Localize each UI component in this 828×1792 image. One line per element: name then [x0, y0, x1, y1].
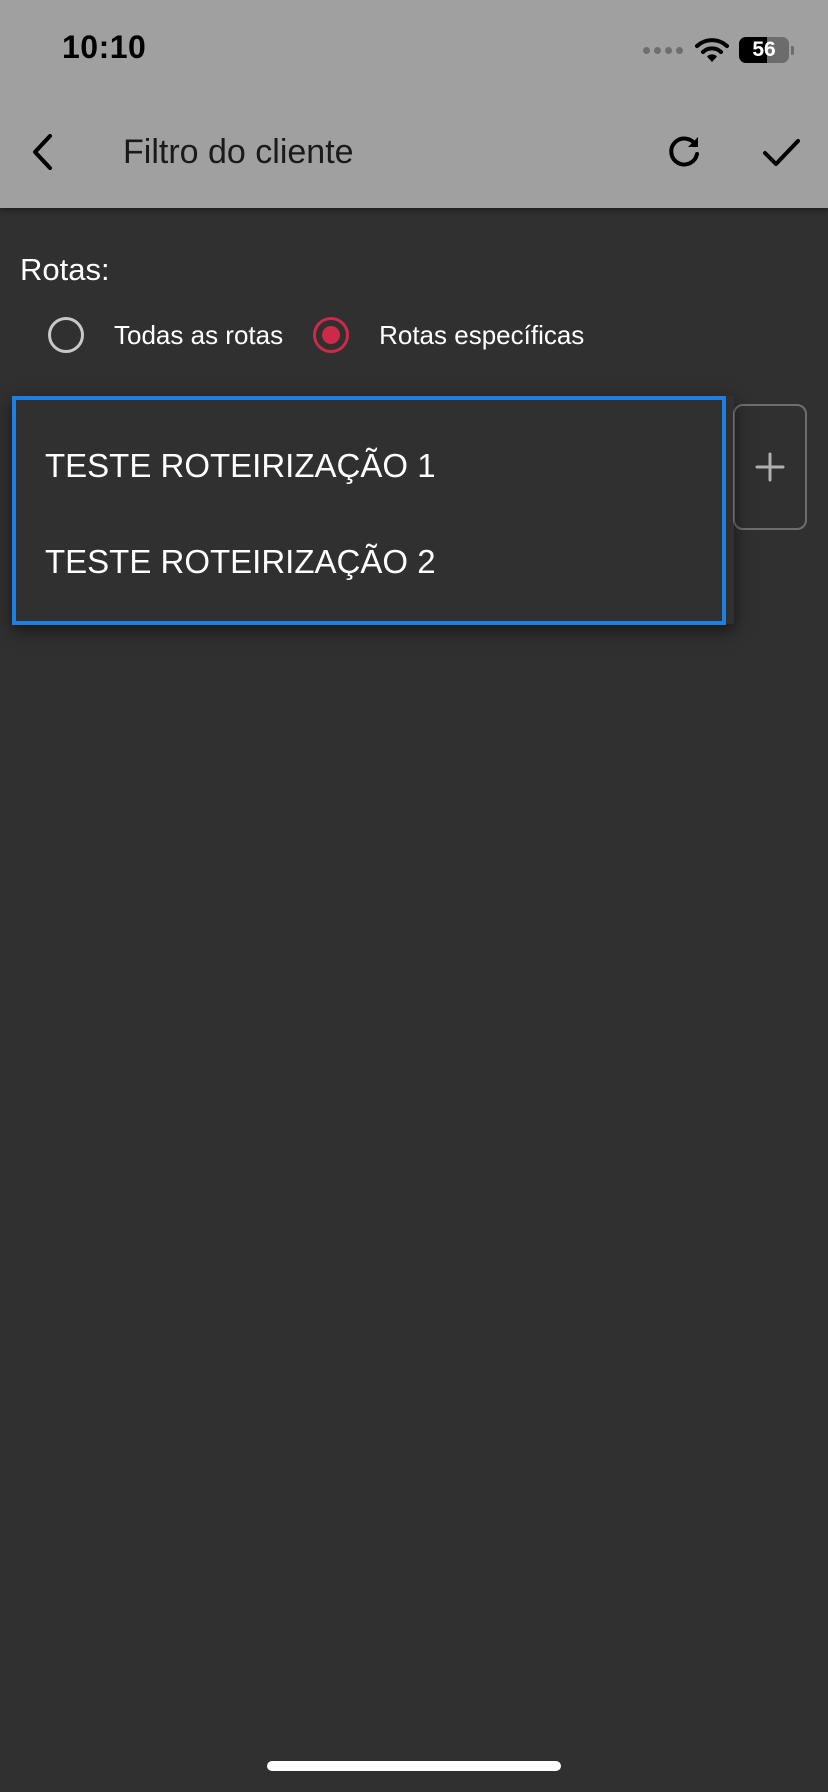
route-dropdown: TESTE ROTEIRIZAÇÃO 1 TESTE ROTEIRIZAÇÃO … — [12, 396, 726, 625]
refresh-icon — [669, 136, 699, 167]
app-bar: 10:10 56 Filtro do cliente — [0, 0, 828, 208]
battery-icon: 56 — [739, 37, 789, 63]
back-button[interactable] — [14, 122, 74, 182]
refresh-button[interactable] — [654, 122, 714, 182]
confirm-button[interactable] — [751, 122, 811, 182]
radio-specific-routes[interactable]: Rotas específicas — [313, 317, 584, 353]
check-icon — [763, 139, 800, 166]
radio-selected-icon — [313, 317, 350, 353]
dropdown-option-route-2[interactable]: TESTE ROTEIRIZAÇÃO 2 — [45, 543, 436, 581]
radio-all-routes[interactable]: Todas as rotas — [48, 317, 283, 353]
battery-level: 56 — [752, 38, 776, 61]
routes-label: Rotas: — [20, 252, 110, 287]
status-time: 10:10 — [62, 29, 147, 65]
dropdown-option-route-1[interactable]: TESTE ROTEIRIZAÇÃO 1 — [45, 447, 436, 485]
home-indicator[interactable] — [267, 1761, 561, 1771]
status-indicators: 56 — [643, 34, 794, 66]
cellular-signal-icon — [643, 46, 683, 54]
add-route-button[interactable] — [733, 404, 807, 530]
radio-all-routes-label: Todas as rotas — [114, 319, 284, 350]
plus-icon — [755, 452, 785, 482]
radio-specific-routes-label: Rotas específicas — [379, 319, 585, 350]
page-title: Filtro do cliente — [123, 133, 354, 171]
chevron-left-icon — [33, 134, 52, 170]
routes-radio-group: Todas as rotas Rotas específicas — [48, 316, 584, 354]
radio-unselected-icon — [48, 317, 84, 353]
wifi-icon — [695, 38, 729, 62]
